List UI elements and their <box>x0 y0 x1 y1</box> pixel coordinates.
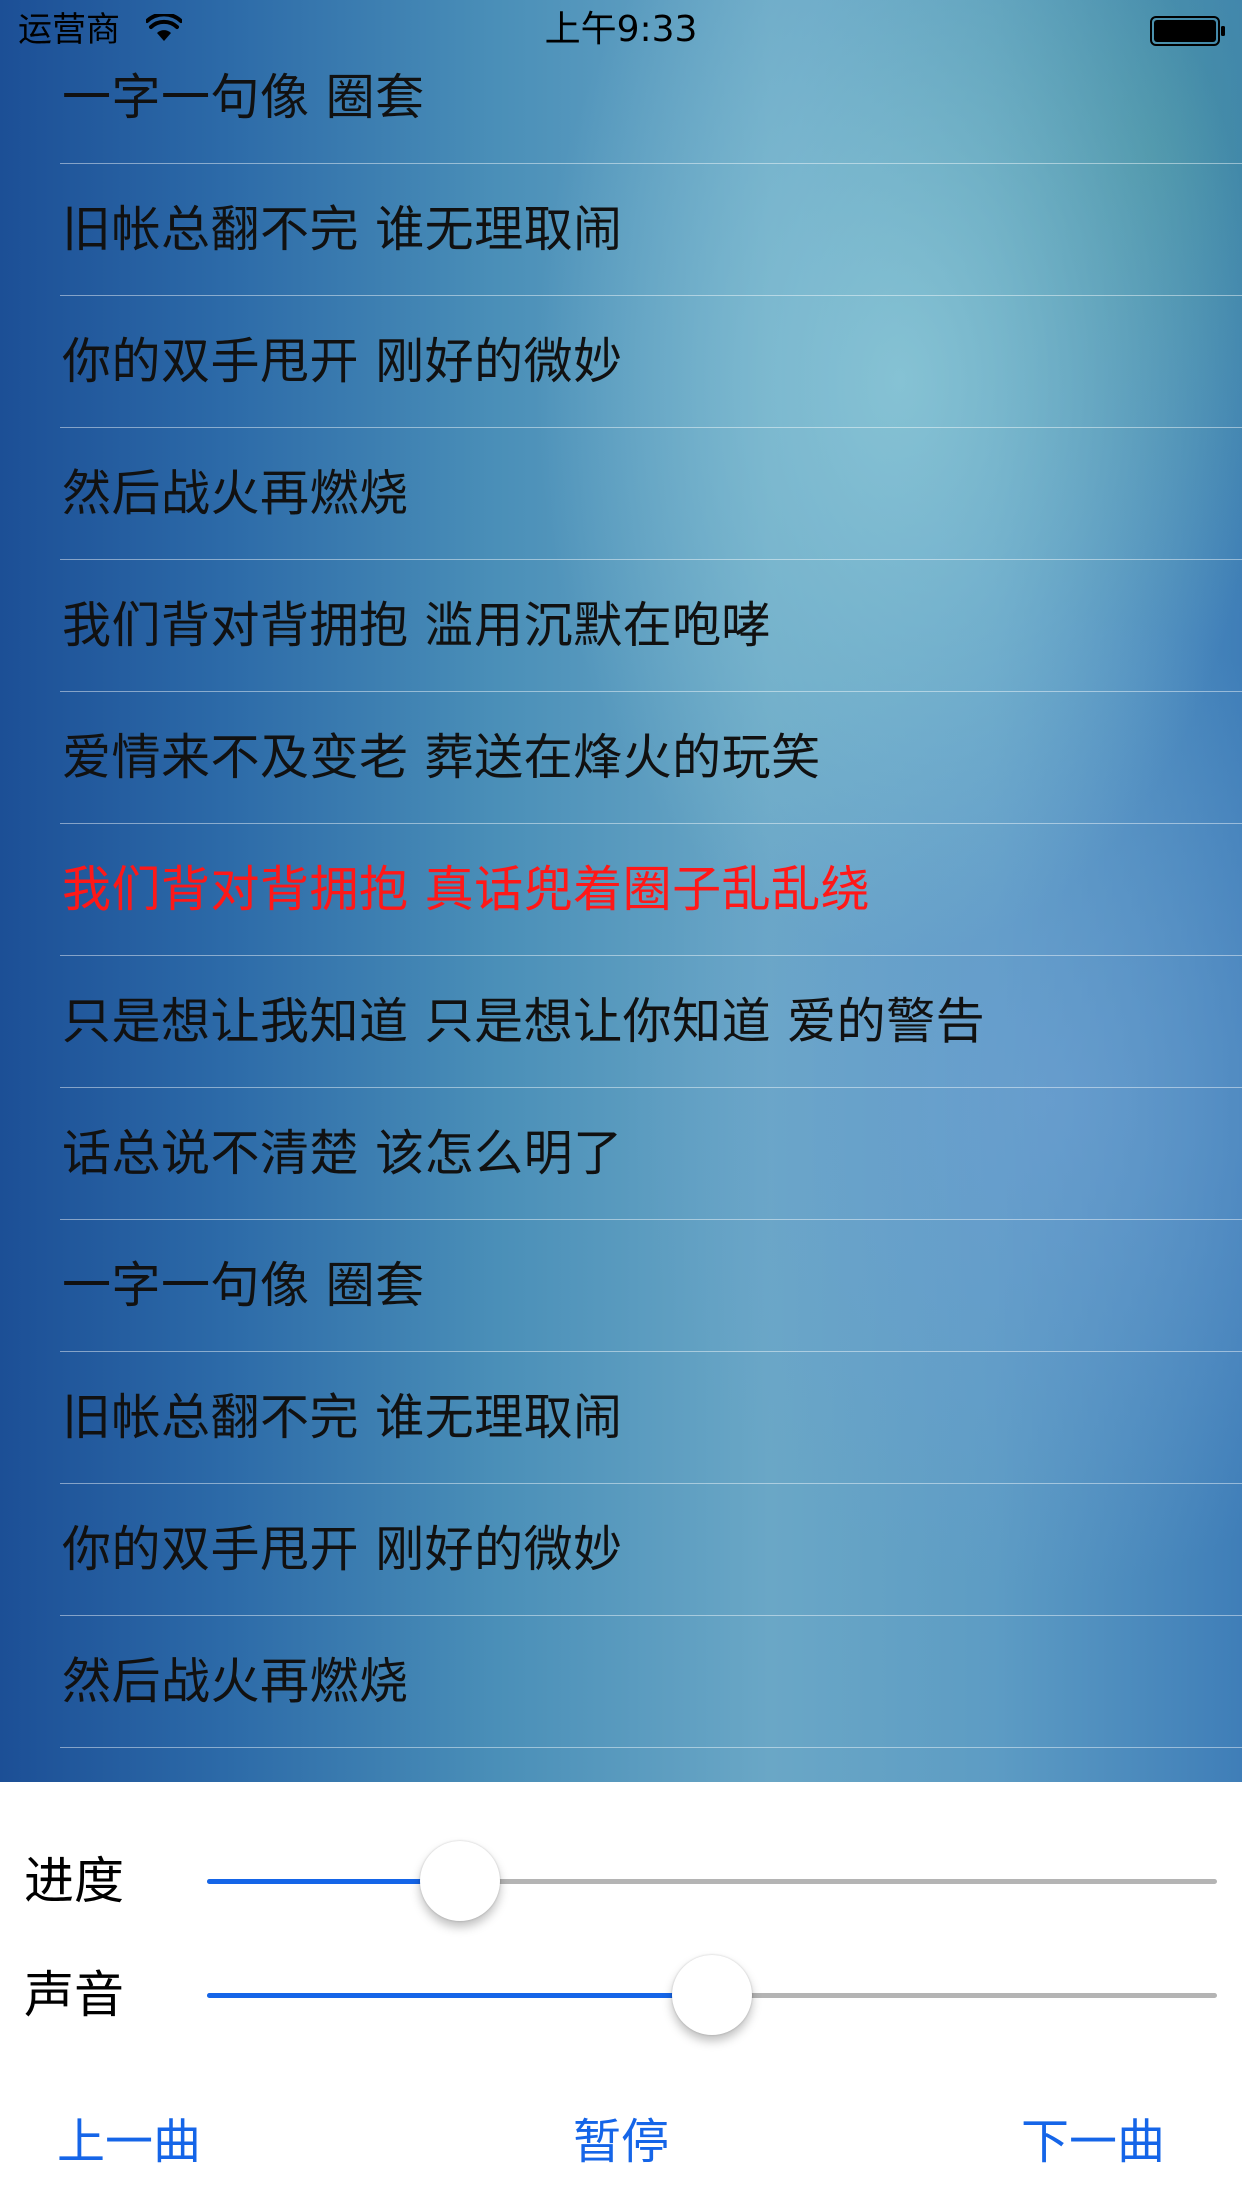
lyric-divider <box>60 1747 1242 1748</box>
lyric-line[interactable]: 然后战火再燃烧 <box>0 428 1242 560</box>
next-track-button[interactable]: 下一曲 <box>1021 2102 1165 2182</box>
status-time: 上午9:33 <box>544 9 698 50</box>
lyric-line[interactable]: 旧帐总翻不完 谁无理取闹 <box>0 1352 1242 1484</box>
lyric-text: 你的双手甩开 刚好的微妙 <box>62 1521 623 1578</box>
progress-row: 进度 <box>0 1826 1242 1936</box>
lyric-text: 只是想让我知道 只是想让你知道 爱的警告 <box>62 993 986 1050</box>
lyrics-list[interactable]: 一字一句像 圈套 旧帐总翻不完 谁无理取闹 你的双手甩开 刚好的微妙 然后战火再燃烧我… <box>0 32 1242 1748</box>
lyric-text: 然后战火再燃烧 <box>62 465 409 522</box>
lyric-line[interactable]: 我们背对背拥抱 滥用沉默在咆哮 <box>0 560 1242 692</box>
lyric-line[interactable]: 只是想让我知道 只是想让你知道 爱的警告 <box>0 956 1242 1088</box>
lyric-text: 旧帐总翻不完 谁无理取闹 <box>62 201 623 258</box>
lyric-line[interactable]: 爱情来不及变老 葬送在烽火的玩笑 <box>0 692 1242 824</box>
lyric-text: 爱情来不及变老 葬送在烽火的玩笑 <box>62 729 821 786</box>
lyrics-background: 一字一句像 圈套 旧帐总翻不完 谁无理取闹 你的双手甩开 刚好的微妙 然后战火再燃烧我… <box>0 0 1242 1782</box>
lyric-line[interactable]: 旧帐总翻不完 谁无理取闹 <box>0 164 1242 296</box>
lyric-text: 一字一句像 圈套 <box>62 1257 425 1314</box>
lyric-line[interactable]: 你的双手甩开 刚好的微妙 <box>0 296 1242 428</box>
battery-icon <box>1150 16 1226 46</box>
progress-slider[interactable] <box>207 1841 1217 1921</box>
lyric-text: 话总说不清楚 该怎么明了 <box>62 1125 623 1182</box>
lyric-line[interactable]: 话总说不清楚 该怎么明了 <box>0 1088 1242 1220</box>
status-bar: 运营商 上午9:33 <box>0 0 1242 60</box>
volume-row: 声音 <box>0 1940 1242 2050</box>
lyric-line[interactable]: 然后战火再燃烧 <box>0 1616 1242 1748</box>
lyric-text: 旧帐总翻不完 谁无理取闹 <box>62 1389 623 1446</box>
lyric-text: 我们背对背拥抱 真话兜着圈子乱乱绕 <box>62 861 871 918</box>
player-controls: 进度 声音 上一曲 暂停 下一曲 <box>0 1782 1242 2208</box>
lyric-text: 然后战火再燃烧 <box>62 1653 409 1710</box>
progress-slider-thumb[interactable] <box>419 1841 500 1921</box>
volume-slider-fill <box>207 1993 712 1998</box>
volume-slider-thumb[interactable] <box>672 1955 752 2035</box>
volume-label: 声音 <box>24 1966 124 2024</box>
volume-slider[interactable] <box>207 1955 1217 2035</box>
progress-label: 进度 <box>24 1852 124 1910</box>
lyric-line[interactable]: 你的双手甩开 刚好的微妙 <box>0 1484 1242 1616</box>
lyric-text: 我们背对背拥抱 滥用沉默在咆哮 <box>62 597 772 654</box>
lyric-text: 你的双手甩开 刚好的微妙 <box>62 333 623 390</box>
lyric-line-current[interactable]: 我们背对背拥抱 真话兜着圈子乱乱绕 <box>0 824 1242 956</box>
lyric-line[interactable]: 一字一句像 圈套 <box>0 1220 1242 1352</box>
